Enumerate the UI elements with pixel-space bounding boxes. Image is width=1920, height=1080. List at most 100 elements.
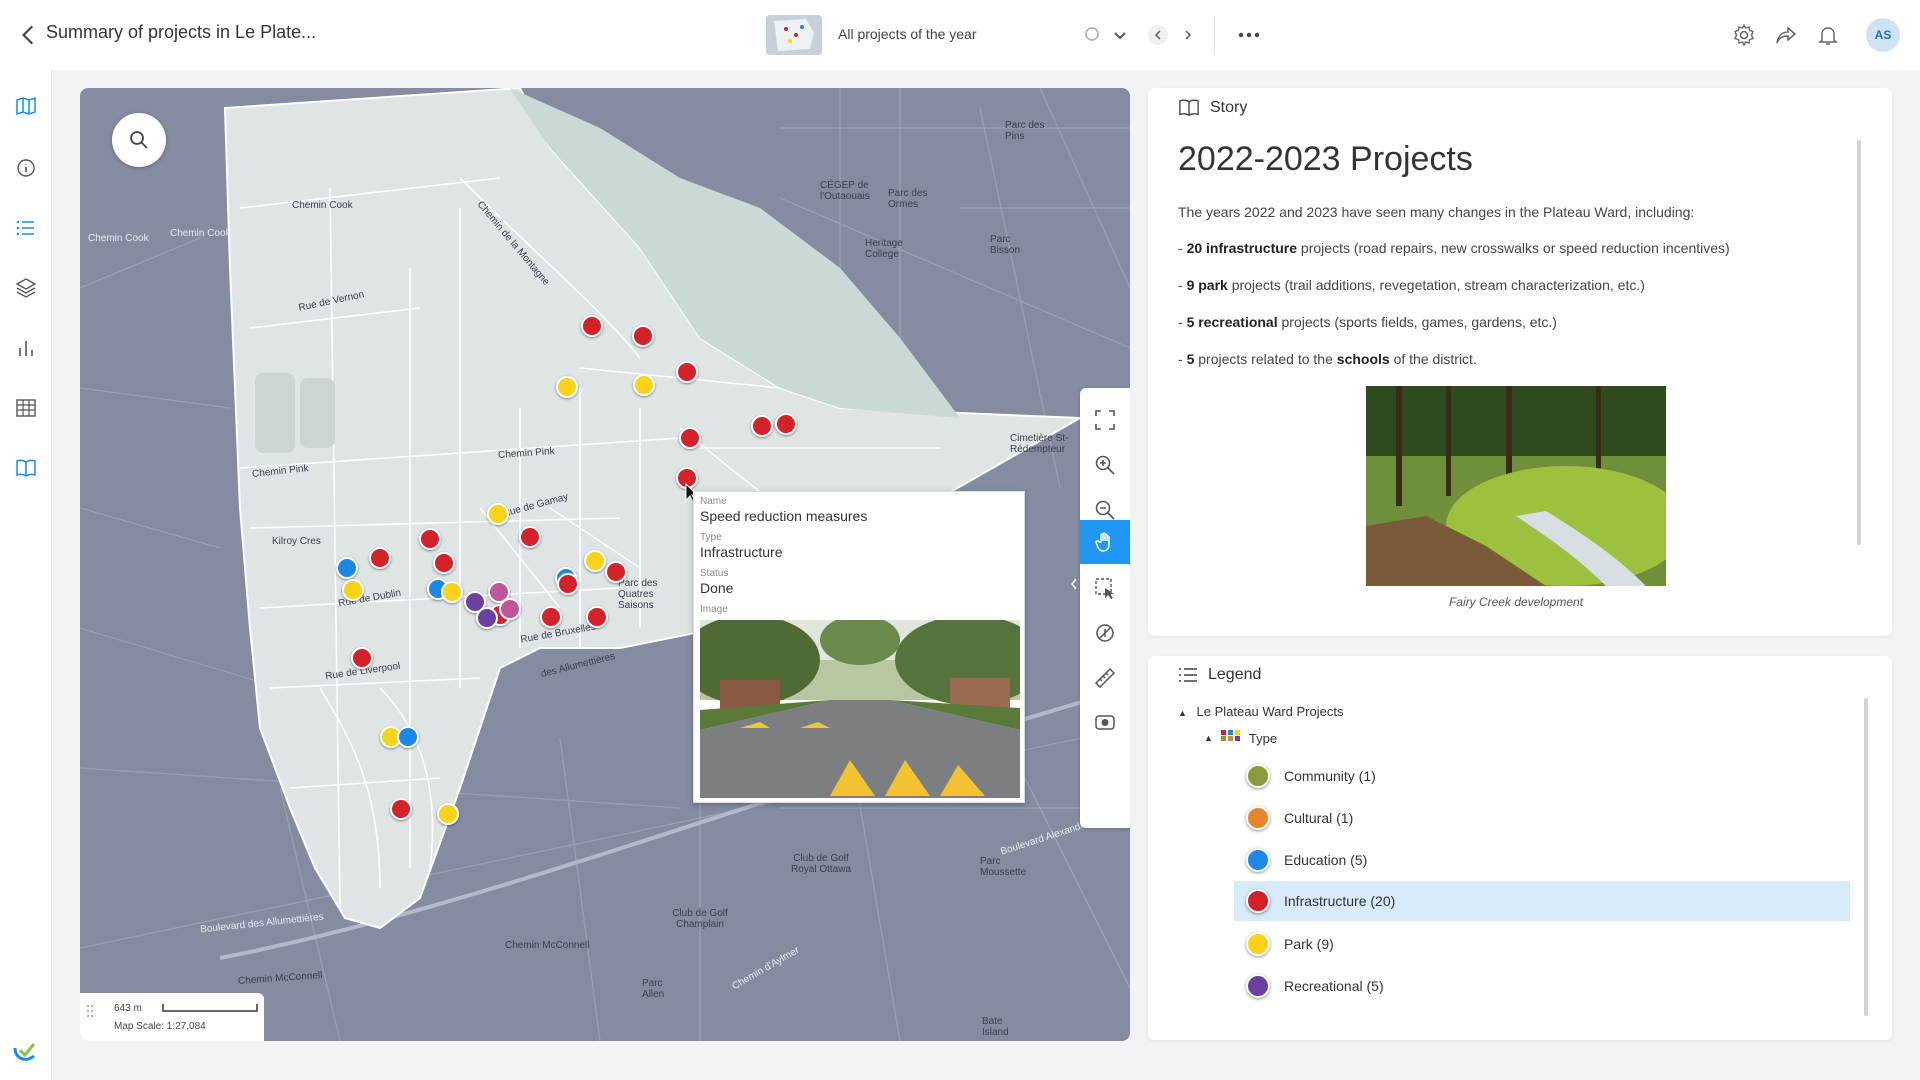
map-marker-infrastructure[interactable] <box>605 561 627 583</box>
map-marker-recreational[interactable] <box>476 607 498 629</box>
page-title: Summary of projects in Le Plate... <box>46 22 317 42</box>
layers-icon[interactable] <box>14 276 38 300</box>
map-marker-education[interactable] <box>397 726 419 748</box>
map-marker-park[interactable] <box>441 581 463 603</box>
map-toolbar <box>1071 388 1130 828</box>
legend-item-education[interactable]: Education (5) <box>1234 840 1850 880</box>
map-marker-infrastructure[interactable] <box>433 552 455 574</box>
popup-type-label: Type <box>700 532 722 543</box>
legend-type-group[interactable]: ▲ Type <box>1204 730 1277 746</box>
map-marker-infrastructure[interactable] <box>676 361 698 383</box>
story-intro: The years 2022 and 2023 have seen many c… <box>1178 204 1695 220</box>
map-marker-infrastructure[interactable] <box>351 647 373 669</box>
category-symbol-icon <box>1220 730 1240 741</box>
info-icon[interactable] <box>14 156 38 180</box>
chevron-down-icon[interactable] <box>1108 23 1132 47</box>
map-marker-education[interactable] <box>336 557 358 579</box>
measure-icon[interactable] <box>1093 666 1117 690</box>
story-item: - 5 projects related to the schools of t… <box>1178 351 1477 367</box>
story-header-label: Story <box>1210 99 1248 116</box>
fullscreen-icon[interactable] <box>1093 408 1117 432</box>
legend-panel: Legend ▲ Le Plateau Ward Projects ▲ Type… <box>1148 656 1892 1040</box>
map-marker-park[interactable] <box>342 579 364 601</box>
drag-handle-icon[interactable] <box>86 1003 94 1019</box>
story-title: 2022-2023 Projects <box>1178 140 1473 178</box>
legend-item-cultural[interactable]: Cultural (1) <box>1234 798 1850 838</box>
collapse-toolbar-icon[interactable] <box>1070 578 1078 590</box>
story-photo <box>1366 386 1666 586</box>
popup-status-label: Status <box>700 568 729 579</box>
map-marker-infrastructure[interactable] <box>369 547 391 569</box>
story-item: - 20 infrastructure projects (road repai… <box>1178 240 1730 256</box>
view-thumbnail[interactable] <box>766 15 822 55</box>
popup-name-label: Name <box>700 496 727 507</box>
popup-name-value: Speed reduction measures <box>700 508 868 524</box>
map-marker-park[interactable] <box>584 550 606 572</box>
pan-hand-icon[interactable] <box>1093 530 1117 554</box>
app-logo-icon <box>13 1043 36 1061</box>
previous-view-icon[interactable] <box>1146 23 1170 47</box>
legend-item-recreational[interactable]: Recreational (5) <box>1234 966 1850 1006</box>
zoom-in-icon[interactable] <box>1093 453 1117 477</box>
select-icon[interactable] <box>1093 576 1117 600</box>
map-marker-infrastructure[interactable] <box>751 415 773 437</box>
table-icon[interactable] <box>14 396 38 420</box>
book-icon[interactable] <box>14 456 38 480</box>
map-scale: 643 m Map Scale: 1:27,084 <box>80 993 264 1041</box>
list-icon[interactable] <box>14 216 38 240</box>
map-marker-infrastructure[interactable] <box>419 528 441 550</box>
caret-down-icon[interactable]: ▲ <box>1178 708 1187 718</box>
map-marker-infrastructure[interactable] <box>390 798 412 820</box>
chart-icon[interactable] <box>14 336 38 360</box>
legend-swatch <box>1246 974 1270 998</box>
map-marker-infrastructure[interactable] <box>679 427 701 449</box>
map-marker-infrastructure[interactable] <box>519 526 541 548</box>
bell-icon[interactable] <box>1816 23 1840 47</box>
legend-item-park[interactable]: Park (9) <box>1234 924 1850 964</box>
map-marker-infrastructure[interactable] <box>775 413 797 435</box>
story-item: - 9 park projects (trail additions, reve… <box>1178 277 1645 293</box>
map-marker-park[interactable] <box>556 376 578 398</box>
next-view-icon[interactable] <box>1176 23 1200 47</box>
camera-icon[interactable] <box>1093 710 1117 734</box>
map-marker-infrastructure[interactable] <box>632 325 654 347</box>
popup-status-value: Done <box>700 580 734 596</box>
legend-swatch <box>1246 806 1270 830</box>
story-item: - 5 recreational projects (sports fields… <box>1178 314 1557 330</box>
map-icon[interactable] <box>14 94 38 118</box>
legend-swatch <box>1246 848 1270 872</box>
map-marker-recreational[interactable] <box>499 598 521 620</box>
rotate-icon[interactable] <box>1093 621 1117 645</box>
legend-header-label: Legend <box>1208 666 1262 683</box>
map-marker-infrastructure[interactable] <box>581 315 603 337</box>
caret-down-icon[interactable]: ▲ <box>1204 733 1213 743</box>
map-marker-park[interactable] <box>437 803 459 825</box>
avatar[interactable]: AS <box>1866 18 1900 52</box>
map-marker-park[interactable] <box>633 374 655 396</box>
legend-layer-group[interactable]: ▲ Le Plateau Ward Projects <box>1178 704 1343 719</box>
legend-item-infrastructure[interactable]: Infrastructure (20) <box>1234 881 1850 921</box>
status-circle-icon[interactable] <box>1082 24 1102 44</box>
more-options-icon[interactable] <box>1236 23 1262 47</box>
view-name[interactable]: All projects of the year <box>838 26 977 42</box>
map-view[interactable]: Chemin Cook Chemin Cook Chemin Cook Rue … <box>80 88 1130 1041</box>
map-marker-park[interactable] <box>487 503 509 525</box>
popup-image-label: Image <box>700 604 728 615</box>
share-icon[interactable] <box>1774 23 1798 47</box>
map-marker-infrastructure[interactable] <box>586 606 608 628</box>
legend-swatch <box>1246 932 1270 956</box>
legend-scrollbar[interactable] <box>1864 698 1868 1016</box>
zoom-out-icon[interactable] <box>1093 498 1117 522</box>
story-photo-caption: Fairy Creek development <box>1448 595 1584 609</box>
map-search-button[interactable] <box>112 113 166 167</box>
legend-item-community[interactable]: Community (1) <box>1234 756 1850 796</box>
map-marker-infrastructure[interactable] <box>540 606 562 628</box>
divider <box>1214 16 1215 54</box>
popup-street-photo <box>700 620 1020 798</box>
story-scrollbar[interactable] <box>1857 140 1861 545</box>
gear-icon[interactable] <box>1732 23 1756 47</box>
back-arrow-icon[interactable] <box>16 22 42 48</box>
story-panel: Story 2022-2023 Projects The years 2022 … <box>1148 88 1892 636</box>
scale-bar <box>162 1004 258 1012</box>
map-marker-infrastructure[interactable] <box>557 573 579 595</box>
